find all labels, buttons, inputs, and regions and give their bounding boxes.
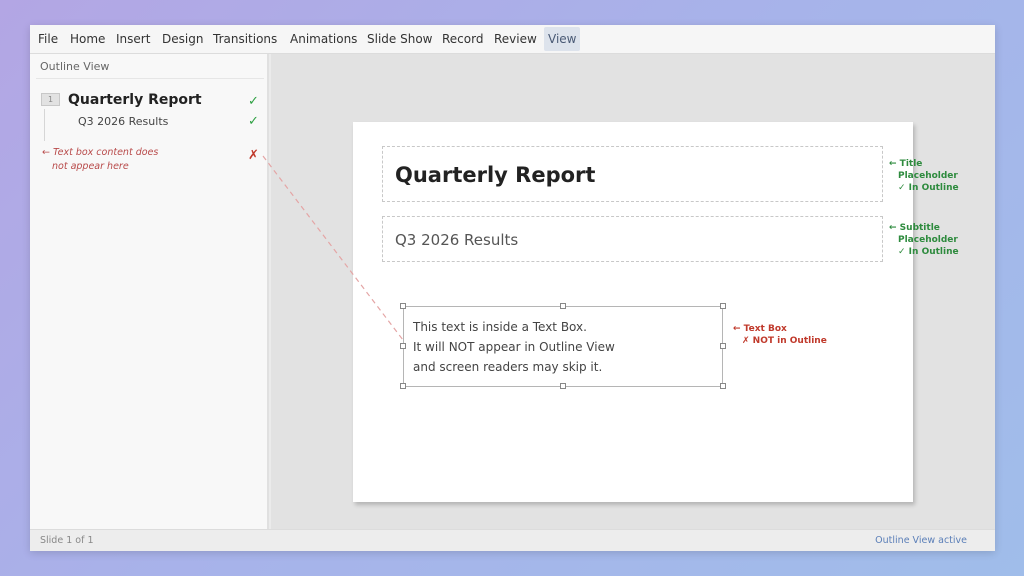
slide-title: Quarterly Report xyxy=(395,163,596,187)
text-box[interactable]: This text is inside a Text Box. It will … xyxy=(400,303,726,389)
textbox-annotation: ← Text Box ✗ NOT in Outline xyxy=(733,323,827,347)
slide-subtitle: Q3 2026 Results xyxy=(395,231,519,249)
subtitle-annotation: ← Subtitle Placeholder ✓ In Outline xyxy=(889,222,959,258)
resize-handle-n[interactable] xyxy=(560,303,566,309)
title-annotation-line3: ✓ In Outline xyxy=(898,183,959,193)
menu-design[interactable]: Design xyxy=(158,27,207,51)
menu-file[interactable]: File xyxy=(34,27,62,51)
menu-review[interactable]: Review xyxy=(490,27,541,51)
resize-handle-nw[interactable] xyxy=(400,303,406,309)
menu-transitions[interactable]: Transitions xyxy=(209,27,281,51)
textbox-cross-icon: ✗ xyxy=(248,148,259,163)
text-box-line: This text is inside a Text Box. xyxy=(413,320,587,334)
title-annotation: ← Title Placeholder ✓ In Outline xyxy=(889,158,959,194)
menu-insert[interactable]: Insert xyxy=(112,27,154,51)
menu-record[interactable]: Record xyxy=(438,27,487,51)
title-check-icon: ✓ xyxy=(248,94,259,109)
textbox-annotation-line1: ← Text Box xyxy=(733,324,787,334)
subtitle-annotation-line2: Placeholder xyxy=(898,235,958,245)
outline-panel: Outline View 1 Quarterly Report ✓ Q3 202… xyxy=(30,54,269,529)
text-box-line: It will NOT appear in Outline View xyxy=(413,340,615,354)
subtitle-annotation-line1: ← Subtitle xyxy=(889,223,940,233)
menu-view[interactable]: View xyxy=(544,27,581,51)
menu-bar: File Home Insert Design Transitions Anim… xyxy=(30,25,995,54)
textbox-missing-note: ← Text box content does not appear here xyxy=(42,146,202,174)
slide-canvas: Quarterly Report Q3 2026 Results This te… xyxy=(271,54,995,529)
menu-home[interactable]: Home xyxy=(66,27,109,51)
resize-handle-ne[interactable] xyxy=(720,303,726,309)
subtitle-check-icon: ✓ xyxy=(248,114,259,129)
resize-handle-s[interactable] xyxy=(560,383,566,389)
view-mode-status[interactable]: Outline View active xyxy=(875,535,967,546)
menu-slide-show[interactable]: Slide Show xyxy=(363,27,436,51)
text-box-content: This text is inside a Text Box. It will … xyxy=(413,317,615,377)
slide-number-badge[interactable]: 1 xyxy=(41,93,60,106)
slide[interactable]: Quarterly Report Q3 2026 Results This te… xyxy=(353,122,913,502)
subtitle-placeholder[interactable]: Q3 2026 Results xyxy=(382,216,883,262)
outline-header-divider xyxy=(36,78,264,79)
outline-title-text[interactable]: Quarterly Report xyxy=(68,92,202,108)
resize-handle-sw[interactable] xyxy=(400,383,406,389)
text-box-line: and screen readers may skip it. xyxy=(413,360,603,374)
resize-handle-e[interactable] xyxy=(720,343,726,349)
slide-count: Slide 1 of 1 xyxy=(40,535,94,546)
app-window: File Home Insert Design Transitions Anim… xyxy=(30,25,995,551)
resize-handle-se[interactable] xyxy=(720,383,726,389)
title-annotation-line1: ← Title xyxy=(889,159,923,169)
resize-handle-w[interactable] xyxy=(400,343,406,349)
status-bar: Slide 1 of 1 Outline View active xyxy=(30,529,995,551)
textbox-missing-note-line2: not appear here xyxy=(52,161,129,172)
textbox-missing-note-line1: ← Text box content does xyxy=(42,147,159,158)
subtitle-annotation-line3: ✓ In Outline xyxy=(898,247,959,257)
title-annotation-line2: Placeholder xyxy=(898,171,958,181)
outline-subtitle-text[interactable]: Q3 2026 Results xyxy=(78,115,168,128)
outline-tree-line xyxy=(44,109,45,141)
textbox-annotation-line2: ✗ NOT in Outline xyxy=(742,336,827,346)
title-placeholder[interactable]: Quarterly Report xyxy=(382,146,883,202)
outline-panel-header: Outline View xyxy=(40,60,110,73)
menu-animations[interactable]: Animations xyxy=(286,27,361,51)
